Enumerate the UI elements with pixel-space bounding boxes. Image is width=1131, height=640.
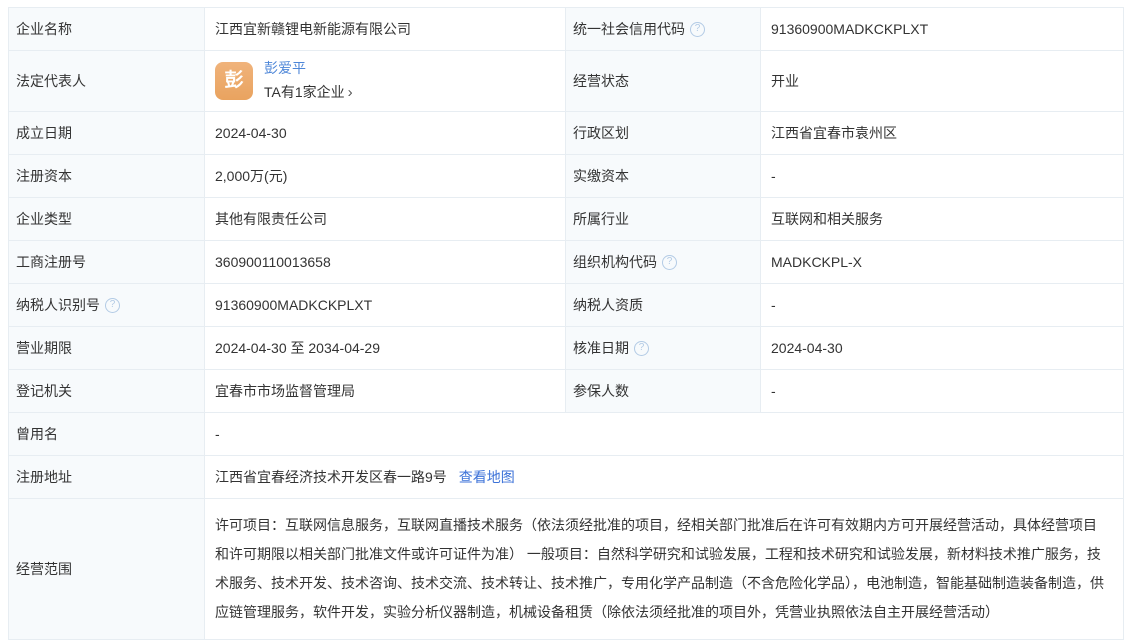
field-label-taxpayer-qualification: 纳税人资质 (566, 284, 761, 326)
field-value-registered-address: 江西省宜春经济技术开发区春一路9号 查看地图 (205, 456, 1123, 498)
field-label-org-code: 组织机构代码? (566, 241, 761, 283)
field-label-legal-rep: 法定代表人 (9, 51, 205, 111)
field-label-registration-authority: 登记机关 (9, 370, 205, 412)
help-icon[interactable]: ? (105, 298, 120, 313)
field-value-former-name: - (205, 413, 1123, 455)
table-row: 注册资本 2,000万(元) 实缴资本 - (9, 155, 1123, 198)
chevron-right-icon: › (348, 84, 353, 101)
table-row: 曾用名 - (9, 413, 1123, 456)
table-row: 企业类型 其他有限责任公司 所属行业 互联网和相关服务 (9, 198, 1123, 241)
field-value-registered-capital: 2,000万(元) (205, 155, 566, 197)
field-label-company-type: 企业类型 (9, 198, 205, 240)
field-value-paidin-capital: - (761, 155, 1123, 197)
field-label-insured-count: 参保人数 (566, 370, 761, 412)
field-label-established: 成立日期 (9, 112, 205, 154)
field-value-taxpayer-qualification: - (761, 284, 1123, 326)
field-label-company-name: 企业名称 (9, 8, 205, 50)
field-value-status: 开业 (761, 51, 1123, 111)
help-icon[interactable]: ? (690, 22, 705, 37)
legal-rep-info: 彭爱平 TA有1家企业› (264, 58, 353, 103)
table-row: 成立日期 2024-04-30 行政区划 江西省宜春市袁州区 (9, 112, 1123, 155)
field-value-business-scope: 许可项目：互联网信息服务，互联网直播技术服务（依法须经批准的项目，经相关部门批准… (205, 499, 1123, 639)
table-row: 法定代表人 彭 彭爱平 TA有1家企业› 经营状态 开业 (9, 51, 1123, 112)
field-label-registered-capital: 注册资本 (9, 155, 205, 197)
field-value-credit-code: 91360900MADKCKPLXT (761, 8, 1123, 50)
table-row: 登记机关 宜春市市场监督管理局 参保人数 - (9, 370, 1123, 413)
help-icon[interactable]: ? (634, 341, 649, 356)
table-row: 注册地址 江西省宜春经济技术开发区春一路9号 查看地图 (9, 456, 1123, 499)
avatar[interactable]: 彭 (215, 62, 253, 100)
legal-rep-card: 彭 彭爱平 TA有1家企业› (215, 58, 353, 103)
address-text: 江西省宜春经济技术开发区春一路9号 (215, 467, 447, 487)
field-label-region: 行政区划 (566, 112, 761, 154)
field-value-industry: 互联网和相关服务 (761, 198, 1123, 240)
field-label-taxpayer-id: 纳税人识别号? (9, 284, 205, 326)
table-row: 企业名称 江西宜新赣锂电新能源有限公司 统一社会信用代码? 91360900MA… (9, 8, 1123, 51)
table-row: 经营范围 许可项目：互联网信息服务，互联网直播技术服务（依法须经批准的项目，经相… (9, 499, 1123, 639)
field-value-registration-no: 360900110013658 (205, 241, 566, 283)
table-row: 营业期限 2024-04-30 至 2034-04-29 核准日期? 2024-… (9, 327, 1123, 370)
field-value-insured-count: - (761, 370, 1123, 412)
field-value-registration-authority: 宜春市市场监督管理局 (205, 370, 566, 412)
field-label-status: 经营状态 (566, 51, 761, 111)
field-label-business-term: 营业期限 (9, 327, 205, 369)
field-value-established: 2024-04-30 (205, 112, 566, 154)
field-label-approval-date: 核准日期? (566, 327, 761, 369)
field-label-registered-address: 注册地址 (9, 456, 205, 498)
legal-rep-companies-link[interactable]: TA有1家企业› (264, 82, 353, 104)
field-label-paidin-capital: 实缴资本 (566, 155, 761, 197)
field-label-industry: 所属行业 (566, 198, 761, 240)
table-row: 工商注册号 360900110013658 组织机构代码? MADKCKPL-X (9, 241, 1123, 284)
company-info-table: 企业名称 江西宜新赣锂电新能源有限公司 统一社会信用代码? 91360900MA… (8, 7, 1124, 640)
field-label-former-name: 曾用名 (9, 413, 205, 455)
field-value-company-type: 其他有限责任公司 (205, 198, 566, 240)
field-value-region: 江西省宜春市袁州区 (761, 112, 1123, 154)
field-value-legal-rep: 彭 彭爱平 TA有1家企业› (205, 51, 566, 111)
view-map-link[interactable]: 查看地图 (459, 467, 515, 487)
legal-rep-name-link[interactable]: 彭爱平 (264, 58, 353, 78)
field-value-company-name: 江西宜新赣锂电新能源有限公司 (205, 8, 566, 50)
help-icon[interactable]: ? (662, 255, 677, 270)
field-value-taxpayer-id: 91360900MADKCKPLXT (205, 284, 566, 326)
field-label-business-scope: 经营范围 (9, 499, 205, 639)
field-value-org-code: MADKCKPL-X (761, 241, 1123, 283)
table-row: 纳税人识别号? 91360900MADKCKPLXT 纳税人资质 - (9, 284, 1123, 327)
field-label-registration-no: 工商注册号 (9, 241, 205, 283)
field-label-credit-code: 统一社会信用代码? (566, 8, 761, 50)
field-value-approval-date: 2024-04-30 (761, 327, 1123, 369)
field-value-business-term: 2024-04-30 至 2034-04-29 (205, 327, 566, 369)
